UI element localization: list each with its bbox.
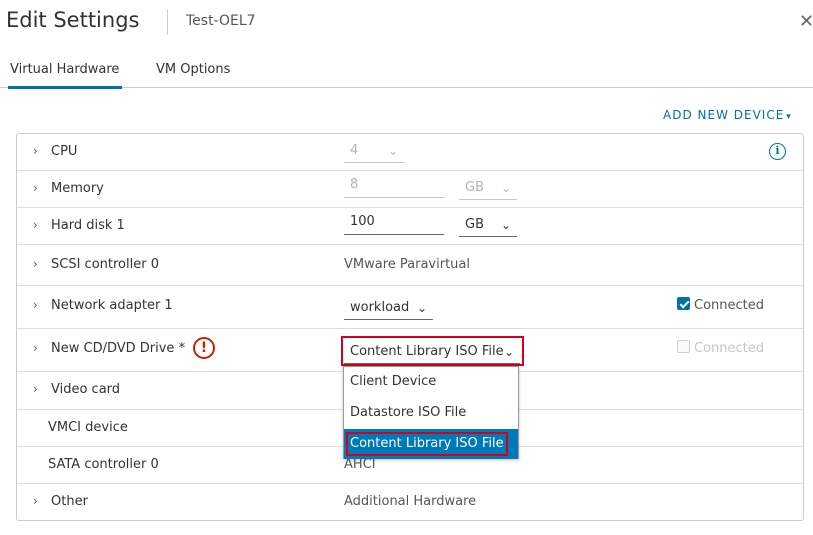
cd-dvd-label: New CD/DVD Drive * (51, 341, 186, 356)
close-icon[interactable]: ✕ (799, 13, 813, 31)
chevron-down-icon: ⌄ (500, 181, 511, 195)
row-memory: › Memory 8 GB ⌄ (17, 171, 803, 208)
network-label: Network adapter 1 (51, 298, 173, 313)
select-highlight-box (341, 336, 524, 366)
info-icon[interactable]: i (769, 143, 786, 160)
other-label: Other (51, 494, 88, 509)
row-hard-disk: › Hard disk 1 100 GB ⌄ (17, 208, 803, 245)
network-value: workload (350, 300, 410, 315)
chevron-down-icon: ⌄ (500, 218, 511, 232)
cpu-value: 4 (350, 143, 359, 158)
hard-disk-unit-select[interactable]: GB ⌄ (459, 215, 517, 237)
chevron-right-icon[interactable]: › (33, 218, 38, 232)
chevron-right-icon[interactable]: › (33, 382, 38, 396)
vmci-label: VMCI device (48, 420, 128, 435)
memory-label: Memory (51, 181, 104, 196)
cpu-select: 4 ⌄ (344, 141, 404, 163)
add-new-device-label: ADD NEW DEVICE (663, 108, 785, 122)
other-value: Additional Hardware (344, 494, 477, 509)
hard-disk-label: Hard disk 1 (51, 218, 125, 233)
chevron-right-icon[interactable]: › (33, 298, 38, 312)
row-network-adapter: › Network adapter 1 workload ⌄ Connected (17, 286, 803, 329)
row-cpu: › CPU 4 ⌄ i (17, 134, 803, 171)
memory-input: 8 (344, 176, 444, 198)
cpu-label: CPU (51, 144, 78, 159)
scsi-label: SCSI controller 0 (51, 257, 159, 272)
hardware-table: › CPU 4 ⌄ i › Memory 8 GB ⌄ › Hard disk … (16, 133, 804, 521)
hard-disk-size-input[interactable]: 100 (344, 213, 444, 235)
tab-virtual-hardware[interactable]: Virtual Hardware (7, 62, 123, 89)
option-highlight-box (346, 432, 508, 456)
memory-unit: GB (465, 180, 484, 195)
hard-disk-unit: GB (465, 217, 484, 232)
row-other: › Other Additional Hardware (17, 484, 803, 520)
row-scsi-controller: › SCSI controller 0 VMware Paravirtual (17, 245, 803, 286)
sata-label: SATA controller 0 (48, 457, 159, 472)
dialog-title: Edit Settings (6, 8, 140, 32)
chevron-right-icon[interactable]: › (33, 181, 38, 195)
scsi-value: VMware Paravirtual (344, 257, 470, 272)
chevron-right-icon[interactable]: › (33, 257, 38, 271)
chevron-down-icon: ⌄ (387, 144, 398, 158)
chevron-down-icon: ⌄ (416, 301, 427, 315)
video-card-label: Video card (51, 382, 121, 397)
tab-vm-options[interactable]: VM Options (156, 62, 230, 88)
chevron-right-icon[interactable]: › (33, 341, 38, 355)
chevron-right-icon[interactable]: › (33, 494, 38, 508)
network-connected-checkbox[interactable] (677, 297, 690, 310)
network-select[interactable]: workload ⌄ (344, 298, 433, 320)
dropdown-option-client-device[interactable]: Client Device (344, 367, 518, 397)
chevron-down-icon: ▾ (786, 112, 792, 122)
memory-unit-select: GB ⌄ (459, 178, 517, 200)
dropdown-option-datastore-iso[interactable]: Datastore ISO File (344, 398, 518, 428)
tab-bar: Virtual Hardware VM Options (0, 58, 813, 89)
vm-name: Test-OEL7 (186, 13, 256, 29)
title-divider (167, 9, 168, 35)
network-connected-label: Connected (694, 298, 765, 313)
sata-value: AHCI (344, 457, 376, 472)
chevron-right-icon[interactable]: › (33, 144, 38, 158)
cd-dvd-connected-label: Connected (694, 341, 765, 356)
warning-icon: ! (193, 337, 215, 359)
add-new-device-button[interactable]: ADD NEW DEVICE ▾ (663, 108, 792, 122)
cd-dvd-connected-checkbox (677, 340, 690, 353)
